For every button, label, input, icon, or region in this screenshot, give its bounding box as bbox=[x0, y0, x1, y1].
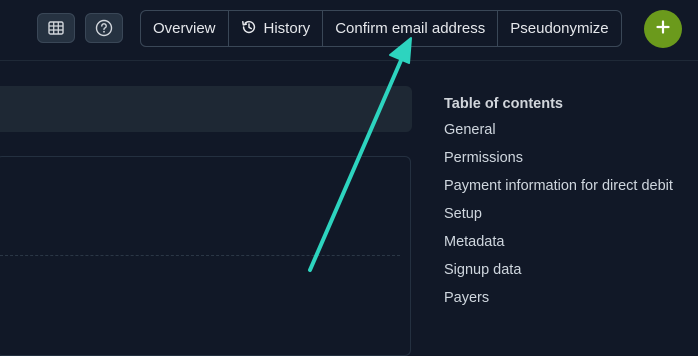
add-button[interactable] bbox=[644, 10, 682, 48]
toc-title: Table of contents bbox=[444, 96, 563, 112]
plus-icon bbox=[656, 19, 670, 39]
content-divider bbox=[0, 255, 400, 256]
toc-link-payers[interactable]: Payers bbox=[444, 284, 673, 312]
tab-overview-label: Overview bbox=[153, 20, 216, 37]
top-bar: Overview History Confirm email address P… bbox=[0, 0, 698, 61]
pseudonymize-label: Pseudonymize bbox=[510, 20, 609, 37]
pseudonymize-button[interactable]: Pseudonymize bbox=[497, 11, 620, 46]
toc-link-metadata[interactable]: Metadata bbox=[444, 228, 673, 256]
grid-view-button[interactable] bbox=[37, 13, 75, 43]
question-circle-icon bbox=[95, 19, 113, 37]
tab-overview[interactable]: Overview bbox=[141, 11, 228, 46]
record-actions-group: Overview History Confirm email address P… bbox=[140, 10, 622, 47]
toc-link-signup-data[interactable]: Signup data bbox=[444, 256, 673, 284]
table-grid-icon bbox=[48, 21, 64, 35]
content-card bbox=[0, 156, 411, 356]
help-button[interactable] bbox=[85, 13, 123, 43]
toc-link-permissions[interactable]: Permissions bbox=[444, 144, 673, 172]
toc-link-payment-information[interactable]: Payment information for direct debit bbox=[444, 172, 673, 200]
toc-link-general[interactable]: General bbox=[444, 116, 673, 144]
history-icon bbox=[241, 19, 257, 39]
toc-link-setup[interactable]: Setup bbox=[444, 200, 673, 228]
confirm-email-button[interactable]: Confirm email address bbox=[322, 11, 497, 46]
toc-list: General Permissions Payment information … bbox=[444, 116, 673, 312]
table-of-contents: Table of contents General Permissions Pa… bbox=[444, 94, 673, 312]
content-header-panel bbox=[0, 86, 412, 132]
tab-history-label: History bbox=[263, 20, 311, 37]
confirm-email-label: Confirm email address bbox=[335, 20, 486, 37]
tab-history[interactable]: History bbox=[227, 11, 323, 46]
